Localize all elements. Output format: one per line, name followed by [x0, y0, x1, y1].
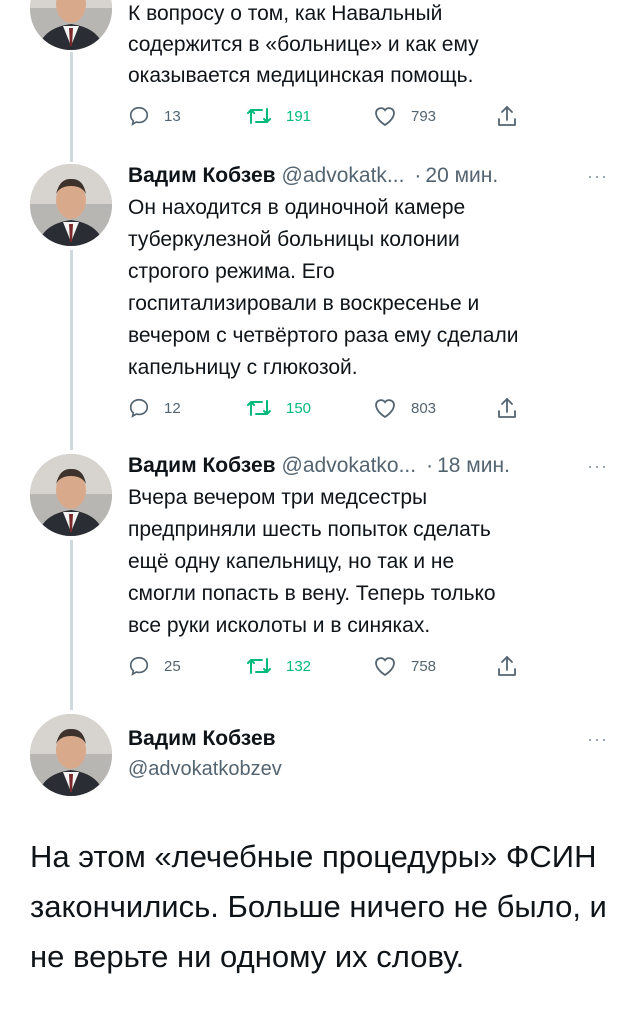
avatar[interactable]	[30, 714, 112, 796]
author-handle[interactable]: @advokatk...	[282, 164, 405, 188]
tweet-header: Вадим Кобзев @advokatko... · 18 мин. ···	[128, 450, 608, 482]
retweet-button[interactable]: 150	[246, 393, 311, 423]
tweet-actions: 13 191 793	[128, 101, 528, 131]
author-handle[interactable]: @advokatko...	[282, 454, 417, 478]
author-name[interactable]: Вадим Кобзев	[128, 724, 608, 754]
reply-count: 12	[164, 399, 181, 417]
tweet-text: К вопросу о том, как Навальный содержитс…	[128, 2, 479, 87]
like-button[interactable]: 793	[373, 101, 436, 131]
reply-button[interactable]: 13	[128, 101, 181, 131]
retweet-count: 150	[286, 399, 312, 417]
heart-icon	[375, 107, 395, 127]
share-button[interactable]	[496, 101, 532, 131]
tweet-actions: 25 132 758	[128, 651, 528, 681]
reply-count: 25	[164, 657, 181, 675]
like-count: 758	[411, 657, 437, 675]
retweet-icon	[247, 108, 271, 124]
reply-icon	[129, 656, 149, 676]
tweet[interactable]: Вадим Кобзев @advokatk... · 20 мин. ··· …	[0, 160, 635, 430]
retweet-icon	[247, 658, 271, 674]
retweet-button[interactable]: 191	[246, 101, 311, 131]
tweet-time[interactable]: 18 мин.	[437, 454, 510, 478]
tweet-thread-page: К вопросу о том, как Навальный содержитс…	[0, 0, 635, 1024]
tweet-text: Вчера вечером три медсестры предприняли …	[128, 486, 496, 637]
avatar[interactable]	[30, 0, 112, 50]
avatar[interactable]	[30, 454, 112, 536]
author-name[interactable]: Вадим Кобзев	[128, 454, 276, 478]
avatar[interactable]	[30, 164, 112, 246]
retweet-button[interactable]: 132	[246, 651, 311, 681]
separator-dot: ·	[426, 454, 434, 477]
tweet[interactable]: Вадим Кобзев @advokatko... · 18 мин. ···…	[0, 450, 635, 690]
tweet-header: Вадим Кобзев @advokatk... · 20 мин. ···	[128, 160, 608, 192]
tweet-time[interactable]: 20 мин.	[425, 164, 498, 188]
heart-icon	[375, 657, 395, 677]
share-button[interactable]	[496, 393, 532, 423]
retweet-count: 191	[286, 107, 312, 125]
more-icon[interactable]: ···	[587, 450, 608, 482]
more-icon[interactable]: ···	[587, 160, 608, 192]
heart-icon	[375, 399, 395, 419]
more-icon[interactable]: ···	[587, 724, 608, 754]
like-button[interactable]: 803	[373, 393, 436, 423]
share-button[interactable]	[496, 651, 532, 681]
tweet[interactable]: К вопросу о том, как Навальный содержитс…	[0, 0, 635, 140]
reply-count: 13	[164, 107, 181, 125]
main-tweet-text: На этом «лечебные процедуры» ФСИН законч…	[30, 839, 607, 974]
tweet-text: Он находится в одиночной камере туберкул…	[128, 196, 519, 379]
reply-icon	[129, 106, 149, 126]
author-name[interactable]: Вадим Кобзев	[128, 164, 276, 188]
separator-dot: ·	[414, 164, 422, 187]
reply-button[interactable]: 12	[128, 393, 181, 423]
reply-button[interactable]: 25	[128, 651, 181, 681]
retweet-icon	[247, 400, 271, 416]
like-count: 803	[411, 399, 437, 417]
like-button[interactable]: 758	[373, 651, 436, 681]
share-icon	[498, 106, 516, 126]
main-tweet-header: Вадим Кобзев @advokatkobzev ···	[128, 724, 608, 784]
like-count: 793	[411, 107, 437, 125]
reply-icon	[129, 398, 149, 418]
share-icon	[498, 656, 516, 676]
retweet-count: 132	[286, 657, 312, 675]
author-handle[interactable]: @advokatkobzev	[128, 754, 608, 784]
share-icon	[498, 398, 516, 418]
tweet-actions: 12 150 803	[128, 393, 528, 423]
